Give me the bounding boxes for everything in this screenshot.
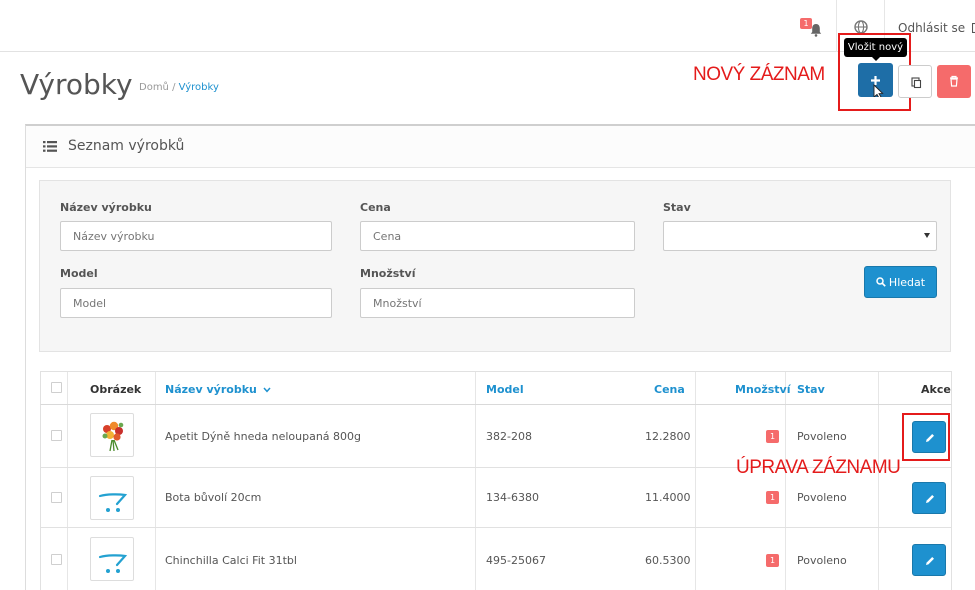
search-button[interactable]: Hledat (864, 266, 937, 298)
pencil-icon (926, 557, 934, 565)
product-price: 12.2800 (645, 430, 691, 443)
annotation-highlight-edit (902, 413, 950, 461)
product-name: Apetit Dýně hneda neloupaná 800g (165, 430, 362, 443)
filter-box (39, 180, 951, 352)
cart-placeholder-icon (98, 554, 128, 573)
list-icon (43, 141, 57, 152)
plus-icon (871, 76, 884, 99)
cart-placeholder-icon (98, 493, 128, 512)
edit-button[interactable] (912, 544, 946, 576)
filter-status-label: Stav (663, 201, 691, 214)
annotation-edit-record: ÚPRAVA ZÁZNAMU (736, 457, 901, 478)
column-name-label: Název výrobku (165, 383, 257, 396)
annotation-new-record: NOVÝ ZÁZNAM (693, 64, 825, 85)
column-divider (878, 372, 879, 404)
column-model[interactable]: Model (486, 383, 524, 396)
column-divider (475, 372, 476, 404)
column-divider (475, 468, 476, 527)
filter-price-label: Cena (360, 201, 391, 214)
column-status[interactable]: Stav (797, 383, 825, 396)
column-divider (155, 372, 156, 404)
pencil-icon (926, 495, 934, 503)
column-name-sort[interactable]: Název výrobku (165, 383, 271, 396)
column-divider (695, 528, 696, 590)
column-price[interactable]: Cena (654, 383, 685, 396)
copy-button[interactable] (898, 65, 932, 98)
row-checkbox[interactable] (51, 430, 62, 441)
breadcrumb-current[interactable]: Výrobky (179, 82, 219, 93)
filter-name-label: Název výrobku (60, 201, 152, 214)
search-icon (876, 277, 886, 287)
column-divider (155, 468, 156, 527)
filter-status-select[interactable] (663, 221, 937, 251)
product-price: 11.4000 (645, 491, 691, 504)
product-model: 134-6380 (486, 491, 539, 504)
panel-title: Seznam výrobků (68, 138, 185, 154)
select-all-checkbox[interactable] (51, 382, 62, 393)
product-price: 60.5300 (645, 554, 691, 567)
filter-name-input[interactable] (60, 221, 332, 251)
row-checkbox[interactable] (51, 554, 62, 565)
filter-quantity-input[interactable] (360, 288, 635, 318)
filter-model-label: Model (60, 267, 98, 280)
trash-icon (950, 75, 958, 87)
row-checkbox[interactable] (51, 492, 62, 503)
column-divider (67, 528, 68, 590)
bell-icon (810, 24, 822, 37)
flower-bouquet-icon (102, 421, 124, 452)
add-tooltip: Vložit nový (844, 38, 907, 61)
delete-button[interactable] (937, 65, 971, 98)
edit-button[interactable] (912, 482, 946, 514)
breadcrumb-separator: / (172, 82, 176, 93)
column-divider (695, 468, 696, 527)
product-name: Bota bůvolí 20cm (165, 491, 262, 504)
quantity-badge: 1 (766, 554, 779, 567)
column-divider (67, 468, 68, 527)
product-model: 382-208 (486, 430, 532, 443)
quantity-badge: 1 (766, 430, 779, 443)
column-divider (695, 372, 696, 404)
breadcrumb: Domů / Výrobky (139, 82, 219, 93)
product-model: 495-25067 (486, 554, 546, 567)
column-divider (785, 528, 786, 590)
column-action: Akce (921, 383, 951, 396)
quantity-badge: 1 (766, 491, 779, 504)
table-row: Chinchilla Calci Fit 31tbl 495-25067 60.… (40, 528, 952, 590)
column-divider (155, 528, 156, 590)
product-thumbnail (90, 413, 134, 457)
chevron-down-icon (924, 233, 930, 238)
column-divider (67, 405, 68, 467)
page-title: Výrobky (20, 68, 133, 101)
copy-icon (911, 77, 922, 89)
product-status: Povoleno (797, 430, 847, 443)
column-divider (475, 405, 476, 467)
product-status: Povoleno (797, 554, 847, 567)
panel-heading: Seznam výrobků (26, 126, 975, 168)
product-thumbnail (90, 537, 134, 581)
product-status: Povoleno (797, 491, 847, 504)
top-header: 1 Odhlásit se (0, 0, 975, 52)
table-header: Obrázek Název výrobku Model Cena Množstv… (40, 371, 952, 405)
notifications-button[interactable]: 1 (800, 18, 822, 40)
filter-quantity-label: Množství (360, 267, 416, 280)
column-quantity[interactable]: Množství (735, 383, 790, 396)
column-divider (67, 372, 68, 404)
column-divider (695, 405, 696, 467)
help-globe-icon[interactable] (854, 20, 868, 34)
column-divider (155, 405, 156, 467)
product-name: Chinchilla Calci Fit 31tbl (165, 554, 297, 567)
chevron-down-icon (263, 387, 271, 393)
add-new-button[interactable] (858, 63, 893, 99)
breadcrumb-home[interactable]: Domů (139, 82, 169, 93)
product-thumbnail (90, 476, 134, 520)
column-image: Obrázek (90, 383, 142, 396)
filter-model-input[interactable] (60, 288, 332, 318)
search-label: Hledat (888, 276, 926, 289)
filter-price-input[interactable] (360, 221, 635, 251)
column-divider (475, 528, 476, 590)
column-divider (878, 528, 879, 590)
header-divider (836, 0, 837, 52)
